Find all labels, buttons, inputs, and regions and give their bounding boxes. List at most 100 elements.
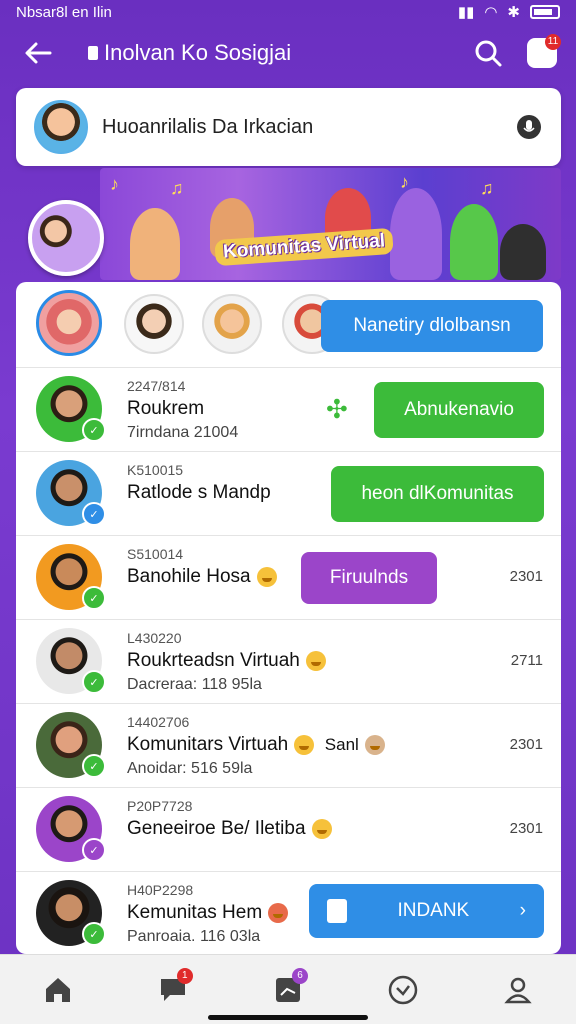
music-note-icon: ♪ [110, 174, 119, 194]
indank-label: INDANK [397, 900, 470, 921]
indank-button[interactable]: INDANK › [309, 884, 544, 938]
banner-character [450, 204, 498, 280]
mic-button[interactable] [515, 113, 543, 141]
chevron-right-icon: › [519, 900, 526, 921]
back-button[interactable] [18, 33, 58, 73]
app-header: Inolvan Ko Sosigjai 11 [0, 28, 576, 78]
emoji-icon [294, 734, 315, 755]
group-avatar[interactable] [28, 200, 104, 276]
story-avatar[interactable] [202, 294, 262, 354]
battery-icon [530, 5, 560, 19]
banner-character [130, 208, 180, 280]
story-cta-button[interactable]: Nanetiry dlolbansn [321, 300, 543, 352]
banner-character [500, 224, 546, 280]
item-time: 2301 [509, 820, 543, 837]
emoji-icon [364, 734, 385, 755]
item-time: 2711 [510, 652, 543, 669]
notification-icon: 11 [527, 34, 561, 68]
bluetooth-icon: ✱ [507, 4, 520, 21]
nav-chat[interactable]: 1 [153, 967, 193, 1010]
item-meta: S510014 [127, 546, 184, 562]
search-text[interactable]: Huoanrilalis Da Irkacian [102, 116, 515, 139]
item-name: Geneeiroe Be/ Iletiba [127, 818, 332, 840]
list-item[interactable]: ✓ P20P7728 Geneeiroe Be/ Iletiba 2301 [16, 788, 561, 872]
list-item[interactable]: ✓ K510015 Ratlode s Mandp heon dlKomunit… [16, 452, 561, 536]
item-name: Kemunitas Hem [127, 902, 289, 924]
notifications-button[interactable]: 11 [522, 33, 562, 73]
message-bubble[interactable]: Firuulnds [301, 552, 437, 604]
chat-badge: 1 [176, 967, 193, 984]
status-badge: ✓ [82, 754, 106, 778]
nav-profile[interactable] [498, 970, 538, 1010]
nav-feed[interactable]: 6 [268, 967, 308, 1010]
feed-badge: 6 [291, 967, 308, 984]
mic-icon [517, 115, 541, 139]
status-badge: ✓ [82, 586, 106, 610]
puzzle-icon: ✣ [326, 394, 348, 424]
list-item[interactable]: ✓ S510014 Banohile Hosa Firuulnds 2301 [16, 536, 561, 620]
bottom-nav: 1 6 [0, 954, 576, 1024]
music-note-icon: ♫ [480, 178, 494, 198]
story-avatar[interactable] [36, 290, 102, 356]
item-name: Ratlode s Mandp [127, 482, 271, 503]
item-sub: Panroaia. 116 03la [127, 928, 261, 945]
item-name: Banohile Hosa [127, 566, 277, 588]
user-icon [504, 977, 533, 1003]
status-badge: ✓ [82, 838, 106, 862]
signal-icon: ▮▮ [457, 4, 475, 21]
banner-character [390, 188, 442, 280]
list-item[interactable]: ✓ H40P2298 Kemunitas Hem Panroaia. 116 0… [16, 872, 561, 954]
search-icon [475, 40, 502, 67]
wifi-icon: ◠ [484, 4, 498, 21]
music-note-icon: ♫ [170, 178, 184, 198]
item-meta: L430220 [127, 630, 182, 646]
item-meta: K510015 [127, 462, 184, 478]
status-badge: ✓ [82, 922, 106, 946]
item-meta: 14402706 [127, 714, 190, 730]
page-title: Inolvan Ko Sosigjai [104, 40, 292, 65]
community-banner[interactable]: ♪ ♫ ♪ ♫ Komunitas Virtual [100, 168, 561, 280]
item-name: Roukrem [127, 398, 205, 419]
item-name: Komunitars Virtuah Sanl [127, 734, 385, 756]
item-meta: 2247/814 [127, 378, 186, 394]
user-avatar[interactable] [34, 100, 88, 154]
status-badge: ✓ [82, 502, 106, 526]
emoji-icon [305, 650, 326, 671]
item-sub: Dacreraa: 118 95la [127, 676, 262, 693]
item-time: 2301 [509, 568, 543, 585]
message-bubble[interactable]: heon dlKomunitas [331, 466, 544, 522]
list-item[interactable]: ✓ L430220 Roukrteadsn Virtuah Dacreraa: … [16, 620, 561, 704]
status-bar: Nbsar8l en Ilin ▮▮ ◠ ✱ [0, 0, 576, 24]
item-sub: 7irndana 21004 [127, 424, 239, 441]
clock-icon [388, 975, 418, 1004]
emoji-icon [256, 566, 277, 587]
stories-row: Nanetiry dlolbansn [16, 282, 561, 368]
status-left-text: Nbsar8l en Ilin [16, 3, 112, 21]
search-card[interactable]: Huoanrilalis Da Irkacian [16, 88, 561, 166]
page-title-wrap: Inolvan Ko Sosigjai [88, 40, 468, 66]
item-meta: P20P7728 [127, 798, 193, 814]
home-indicator[interactable] [208, 1015, 368, 1020]
notification-count: 11 [545, 34, 561, 50]
nav-home[interactable] [38, 970, 78, 1010]
item-sub: Anoidar: 516 59la [127, 760, 253, 777]
list-item[interactable]: ✓ 2247/814 Roukrem 7irndana 21004 ✣ Abnu… [16, 368, 561, 452]
emoji-icon [268, 902, 289, 923]
item-time: 2301 [509, 736, 543, 753]
home-icon [45, 977, 70, 1002]
emoji-icon [311, 818, 332, 839]
status-badge: ✓ [82, 670, 106, 694]
document-icon [327, 899, 347, 923]
search-button[interactable] [468, 33, 508, 73]
list-item[interactable]: ✓ 14402706 Komunitars Virtuah Sanl Anoid… [16, 704, 561, 788]
story-avatar[interactable] [124, 294, 184, 354]
message-bubble[interactable]: Abnukenavio [374, 382, 544, 438]
item-name: Roukrteadsn Virtuah [127, 650, 326, 672]
nav-activity[interactable] [383, 970, 423, 1010]
status-icons: ▮▮ ◠ ✱ [458, 3, 560, 21]
chat-list: Nanetiry dlolbansn ✓ 2247/814 Roukrem 7i… [16, 282, 561, 954]
lock-icon [88, 46, 98, 60]
status-badge: ✓ [82, 418, 106, 442]
item-meta: H40P2298 [127, 882, 194, 898]
arrow-left-icon [25, 42, 52, 64]
